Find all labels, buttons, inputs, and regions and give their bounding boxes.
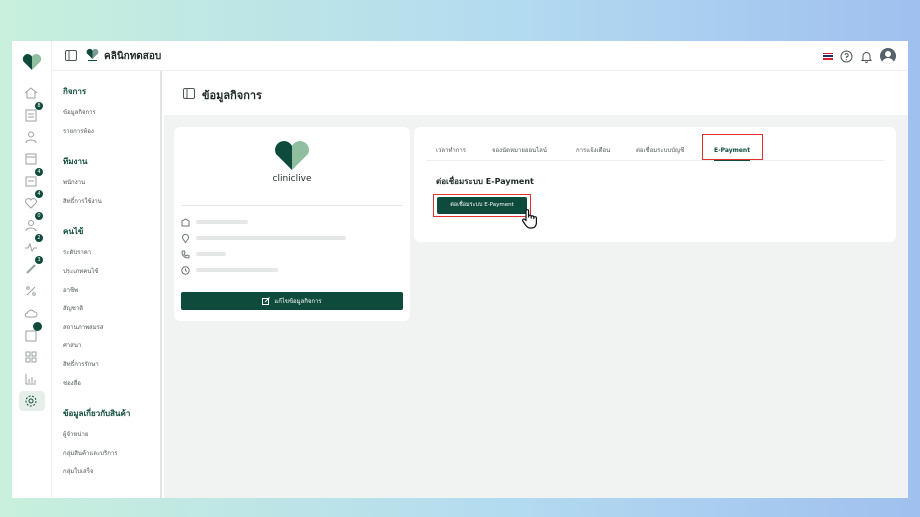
panel-icon xyxy=(183,88,195,99)
menu-item-supplier[interactable]: ผู้จำหน่าย xyxy=(63,426,160,445)
menu-item-price-level[interactable]: ระดับราคา xyxy=(63,244,160,263)
menu-item-staff[interactable]: พนักงาน xyxy=(63,174,160,193)
tab-business-hours[interactable]: เวลาทำการ xyxy=(436,141,466,161)
heart-icon[interactable]: 4 xyxy=(23,190,43,211)
rail-badge: 0 xyxy=(35,212,43,220)
menu-item-marital-status[interactable]: สถานภาพสมรส xyxy=(63,319,160,338)
hand-cursor-icon xyxy=(522,209,537,229)
menu-item-religion[interactable]: ศาสนา xyxy=(63,337,160,356)
menu-item-patient-type[interactable]: ประเภทคนไข้ xyxy=(63,263,160,282)
menu-item-receipt-group[interactable]: กลุ่มใบเสร็จ xyxy=(63,463,160,482)
documents-icon[interactable]: 8 xyxy=(23,102,43,123)
panel-toggle-icon[interactable] xyxy=(65,50,77,61)
chart-icon[interactable] xyxy=(23,371,39,387)
phone-icon xyxy=(181,250,190,259)
notification-dot xyxy=(33,322,42,331)
tab-highlight-box xyxy=(702,134,763,160)
menu-item-product-group[interactable]: กลุ่มสินค้าและบริการ xyxy=(63,445,160,464)
help-icon[interactable] xyxy=(840,50,853,63)
menu-section-title: ทีมงาน xyxy=(63,157,88,167)
tab-bar: เวลาทำการ จองนัดหมายออนไลน์ การแจ้งเตือน… xyxy=(426,141,884,161)
percent-icon[interactable] xyxy=(23,283,39,299)
settings-icon[interactable] xyxy=(23,393,39,409)
location-icon xyxy=(182,233,189,243)
menu-item-occupation[interactable]: อาชีพ xyxy=(63,282,160,301)
tab-online-booking[interactable]: จองนัดหมายออนไลน์ xyxy=(492,141,547,161)
menu-item-permissions[interactable]: สิทธิ์การใช้งาน xyxy=(63,193,160,212)
home-icon[interactable] xyxy=(23,85,39,101)
tab-accounting[interactable]: ต่อเชื่อมระบบบัญชี xyxy=(636,141,684,161)
edit-business-button[interactable]: แก้ไขข้อมูลกิจการ xyxy=(181,292,403,310)
avatar[interactable] xyxy=(880,48,896,64)
rail-badge: 4 xyxy=(35,168,43,176)
info-row-phone xyxy=(181,249,226,259)
clipboard-icon[interactable] xyxy=(23,322,42,343)
patient-icon[interactable]: 0 xyxy=(23,212,43,233)
edit-business-label: แก้ไขข้อมูลกิจการ xyxy=(274,298,322,305)
menu-item-media-channel[interactable]: ช่องสื่อ xyxy=(63,375,160,394)
clinic-name: คลินิกทดสอบ xyxy=(104,51,162,62)
brand-name: cliniclive xyxy=(272,174,312,184)
info-row-name xyxy=(181,217,248,227)
blurred-text xyxy=(196,252,226,256)
blurred-text xyxy=(196,236,346,240)
menu-scrollbar[interactable] xyxy=(160,71,162,181)
blurred-text xyxy=(196,268,278,272)
tab-notifications[interactable]: การแจ้งเตือน xyxy=(576,141,610,161)
settings-menu: กิจการ ข้อมูลกิจการ รายการห้อง ทีมงาน พน… xyxy=(52,71,162,498)
health-icon[interactable]: 2 xyxy=(23,234,43,255)
menu-section-title: กิจการ xyxy=(63,87,87,96)
info-row-hours xyxy=(181,265,278,275)
icon-rail: 8 4 4 0 2 3 xyxy=(12,41,52,498)
menu-section-title: คนไข้ xyxy=(63,227,84,237)
syringe-icon[interactable]: 3 xyxy=(23,256,43,277)
blurred-text xyxy=(196,220,248,224)
info-row-address xyxy=(181,233,346,243)
bell-icon[interactable] xyxy=(860,50,873,63)
building-icon xyxy=(181,217,190,226)
business-info-card: cliniclive แก้ไขข้อมูลกิจการ xyxy=(174,127,410,321)
thai-flag-icon[interactable] xyxy=(823,52,833,60)
cliniclive-logo-icon xyxy=(275,141,309,170)
clinic-logo-icon xyxy=(86,48,99,61)
grid-icon[interactable] xyxy=(23,349,39,365)
menu-item-business-info[interactable]: ข้อมูลกิจการ xyxy=(63,104,160,123)
calendar-icon[interactable] xyxy=(23,151,39,167)
settings-tabs-card: เวลาทำการ จองนัดหมายออนไลน์ การแจ้งเตือน… xyxy=(414,127,896,242)
page-header: ข้อมูลกิจการ xyxy=(164,71,908,115)
menu-item-nationality[interactable]: สัญชาติ xyxy=(63,300,160,319)
top-bar: คลินิกทดสอบ xyxy=(52,41,908,71)
user-icon[interactable] xyxy=(23,129,39,145)
rail-badge: 4 xyxy=(35,190,43,198)
menu-item-treatment-rights[interactable]: สิทธิ์การรักษา xyxy=(63,356,160,375)
main-content: ข้อมูลกิจการ cliniclive แก้ไขข้อมูลกิจกา… xyxy=(164,71,908,498)
divider xyxy=(181,205,403,206)
rail-badge: 8 xyxy=(35,102,43,110)
menu-section-title: ข้อมูลเกี่ยวกับสินค้า xyxy=(63,409,131,419)
epayment-section-title: ต่อเชื่อมระบบ E-Payment xyxy=(436,177,534,186)
edit-icon xyxy=(262,297,271,305)
clock-icon xyxy=(181,265,190,275)
app-window: 8 4 4 0 2 3 คลินิกทดสอบ กิจการ ข้อมูลกิจ… xyxy=(12,41,908,498)
menu-item-rooms[interactable]: รายการห้อง xyxy=(63,123,160,142)
list-icon[interactable]: 4 xyxy=(23,168,43,189)
rail-badge: 2 xyxy=(35,234,43,242)
connect-epayment-button[interactable]: ต่อเชื่อมระบบ E-Payment xyxy=(437,197,527,214)
rail-badge: 3 xyxy=(35,256,43,264)
cliniclive-logo-icon[interactable] xyxy=(22,53,42,71)
page-title: ข้อมูลกิจการ xyxy=(202,89,262,102)
cloud-icon[interactable] xyxy=(23,305,39,321)
